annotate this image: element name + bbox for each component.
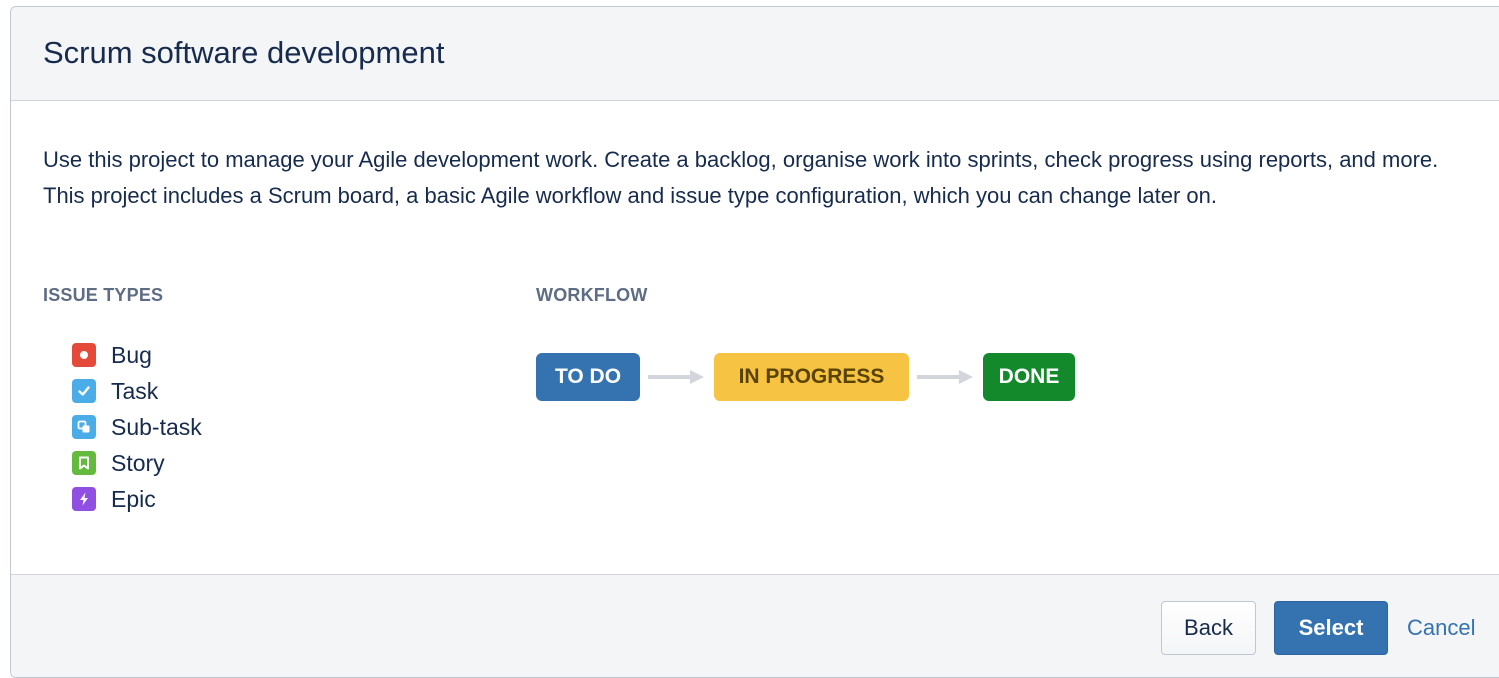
task-icon: [72, 379, 96, 403]
template-description: Use this project to manage your Agile de…: [43, 147, 1439, 208]
dialog-title: Scrum software development: [43, 34, 445, 70]
issue-types-heading: ISSUE TYPES: [43, 285, 164, 305]
issue-types-list: Bug Task Sub-task Story Epic: [72, 337, 202, 517]
workflow-diagram: TO DO IN PROGRESS DONE: [536, 353, 1075, 401]
issue-type-label: Story: [111, 449, 165, 476]
story-icon: [72, 451, 96, 475]
back-button[interactable]: Back: [1161, 601, 1256, 655]
issue-type-label: Task: [111, 377, 159, 404]
arrow-right-icon: [909, 353, 983, 401]
issue-type-task: Task: [72, 373, 202, 409]
dialog-footer: Back Select Cancel: [11, 574, 1499, 677]
status-todo: TO DO: [536, 353, 640, 401]
issue-type-label: Epic: [111, 485, 156, 512]
dialog-header: Scrum software development: [11, 7, 1499, 101]
issue-type-story: Story: [72, 445, 202, 481]
epic-icon: [72, 487, 96, 511]
project-template-dialog: Scrum software development Use this proj…: [10, 6, 1499, 678]
status-in-progress: IN PROGRESS: [714, 353, 909, 401]
bug-icon: [72, 343, 96, 367]
workflow-heading: WORKFLOW: [536, 285, 648, 305]
issue-type-subtask: Sub-task: [72, 409, 202, 445]
issue-type-label: Bug: [111, 341, 152, 368]
cancel-link[interactable]: Cancel: [1401, 601, 1499, 655]
select-button[interactable]: Select: [1274, 601, 1388, 655]
subtask-icon: [72, 415, 96, 439]
issue-type-epic: Epic: [72, 481, 202, 517]
status-done: DONE: [983, 353, 1075, 401]
issue-type-label: Sub-task: [111, 413, 202, 440]
arrow-right-icon: [640, 353, 714, 401]
issue-type-bug: Bug: [72, 337, 202, 373]
